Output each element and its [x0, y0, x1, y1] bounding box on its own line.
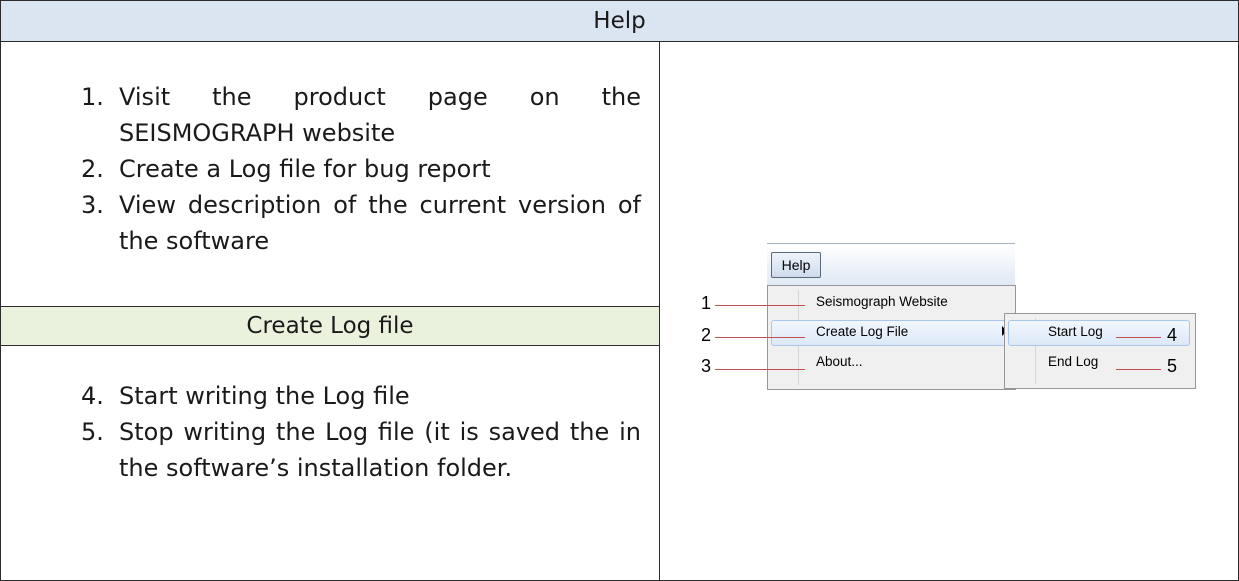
callout-leader: [1116, 369, 1161, 370]
help-menu-screenshot: Help Seismograph Website Create Log File…: [701, 241, 1221, 401]
list-item: 1. Visit the product page on the SEISMOGR…: [81, 83, 641, 147]
callout-leader: [715, 337, 805, 338]
sub-section-title: Create Log file: [246, 313, 414, 339]
callout-1: 1: [701, 293, 712, 313]
help-steps-list: 1. Visit the product page on the SEISMOGR…: [1, 79, 659, 259]
callout-2: 2: [701, 325, 712, 345]
menu-item-about[interactable]: About...: [816, 354, 863, 369]
list-item: 4. Start writing the Log file: [81, 382, 410, 410]
section-title: Help: [593, 8, 646, 34]
sub-section-header: Create Log file: [1, 306, 659, 346]
callout-leader: [1116, 337, 1161, 338]
log-steps-list: 4. Start writing the Log file 5. Stop writ…: [1, 378, 659, 486]
menu-item-create-log-file[interactable]: Create Log File: [816, 324, 908, 339]
callout-leader: [715, 305, 805, 306]
menu-item-end-log[interactable]: End Log: [1048, 354, 1098, 369]
help-menu-button[interactable]: Help: [771, 252, 821, 278]
menu-item-seismograph-website[interactable]: Seismograph Website: [816, 294, 948, 309]
help-table: Help 1. Visit the product page on the SEI…: [0, 0, 1239, 581]
menu-item-start-log[interactable]: Start Log: [1048, 324, 1103, 339]
list-item: 5. Stop writing the Log file (it is saved…: [81, 418, 641, 482]
section-header: Help: [1, 1, 1238, 42]
list-item: 3. View description of the current versio…: [81, 191, 641, 255]
column-divider: [659, 41, 660, 580]
callout-leader: [715, 369, 805, 370]
menu-bar: Help: [767, 243, 1015, 286]
callout-5: 5: [1167, 356, 1178, 376]
callout-3: 3: [701, 356, 712, 376]
list-item: 2. Create a Log file for bug report: [81, 155, 491, 183]
callout-4: 4: [1167, 325, 1178, 345]
